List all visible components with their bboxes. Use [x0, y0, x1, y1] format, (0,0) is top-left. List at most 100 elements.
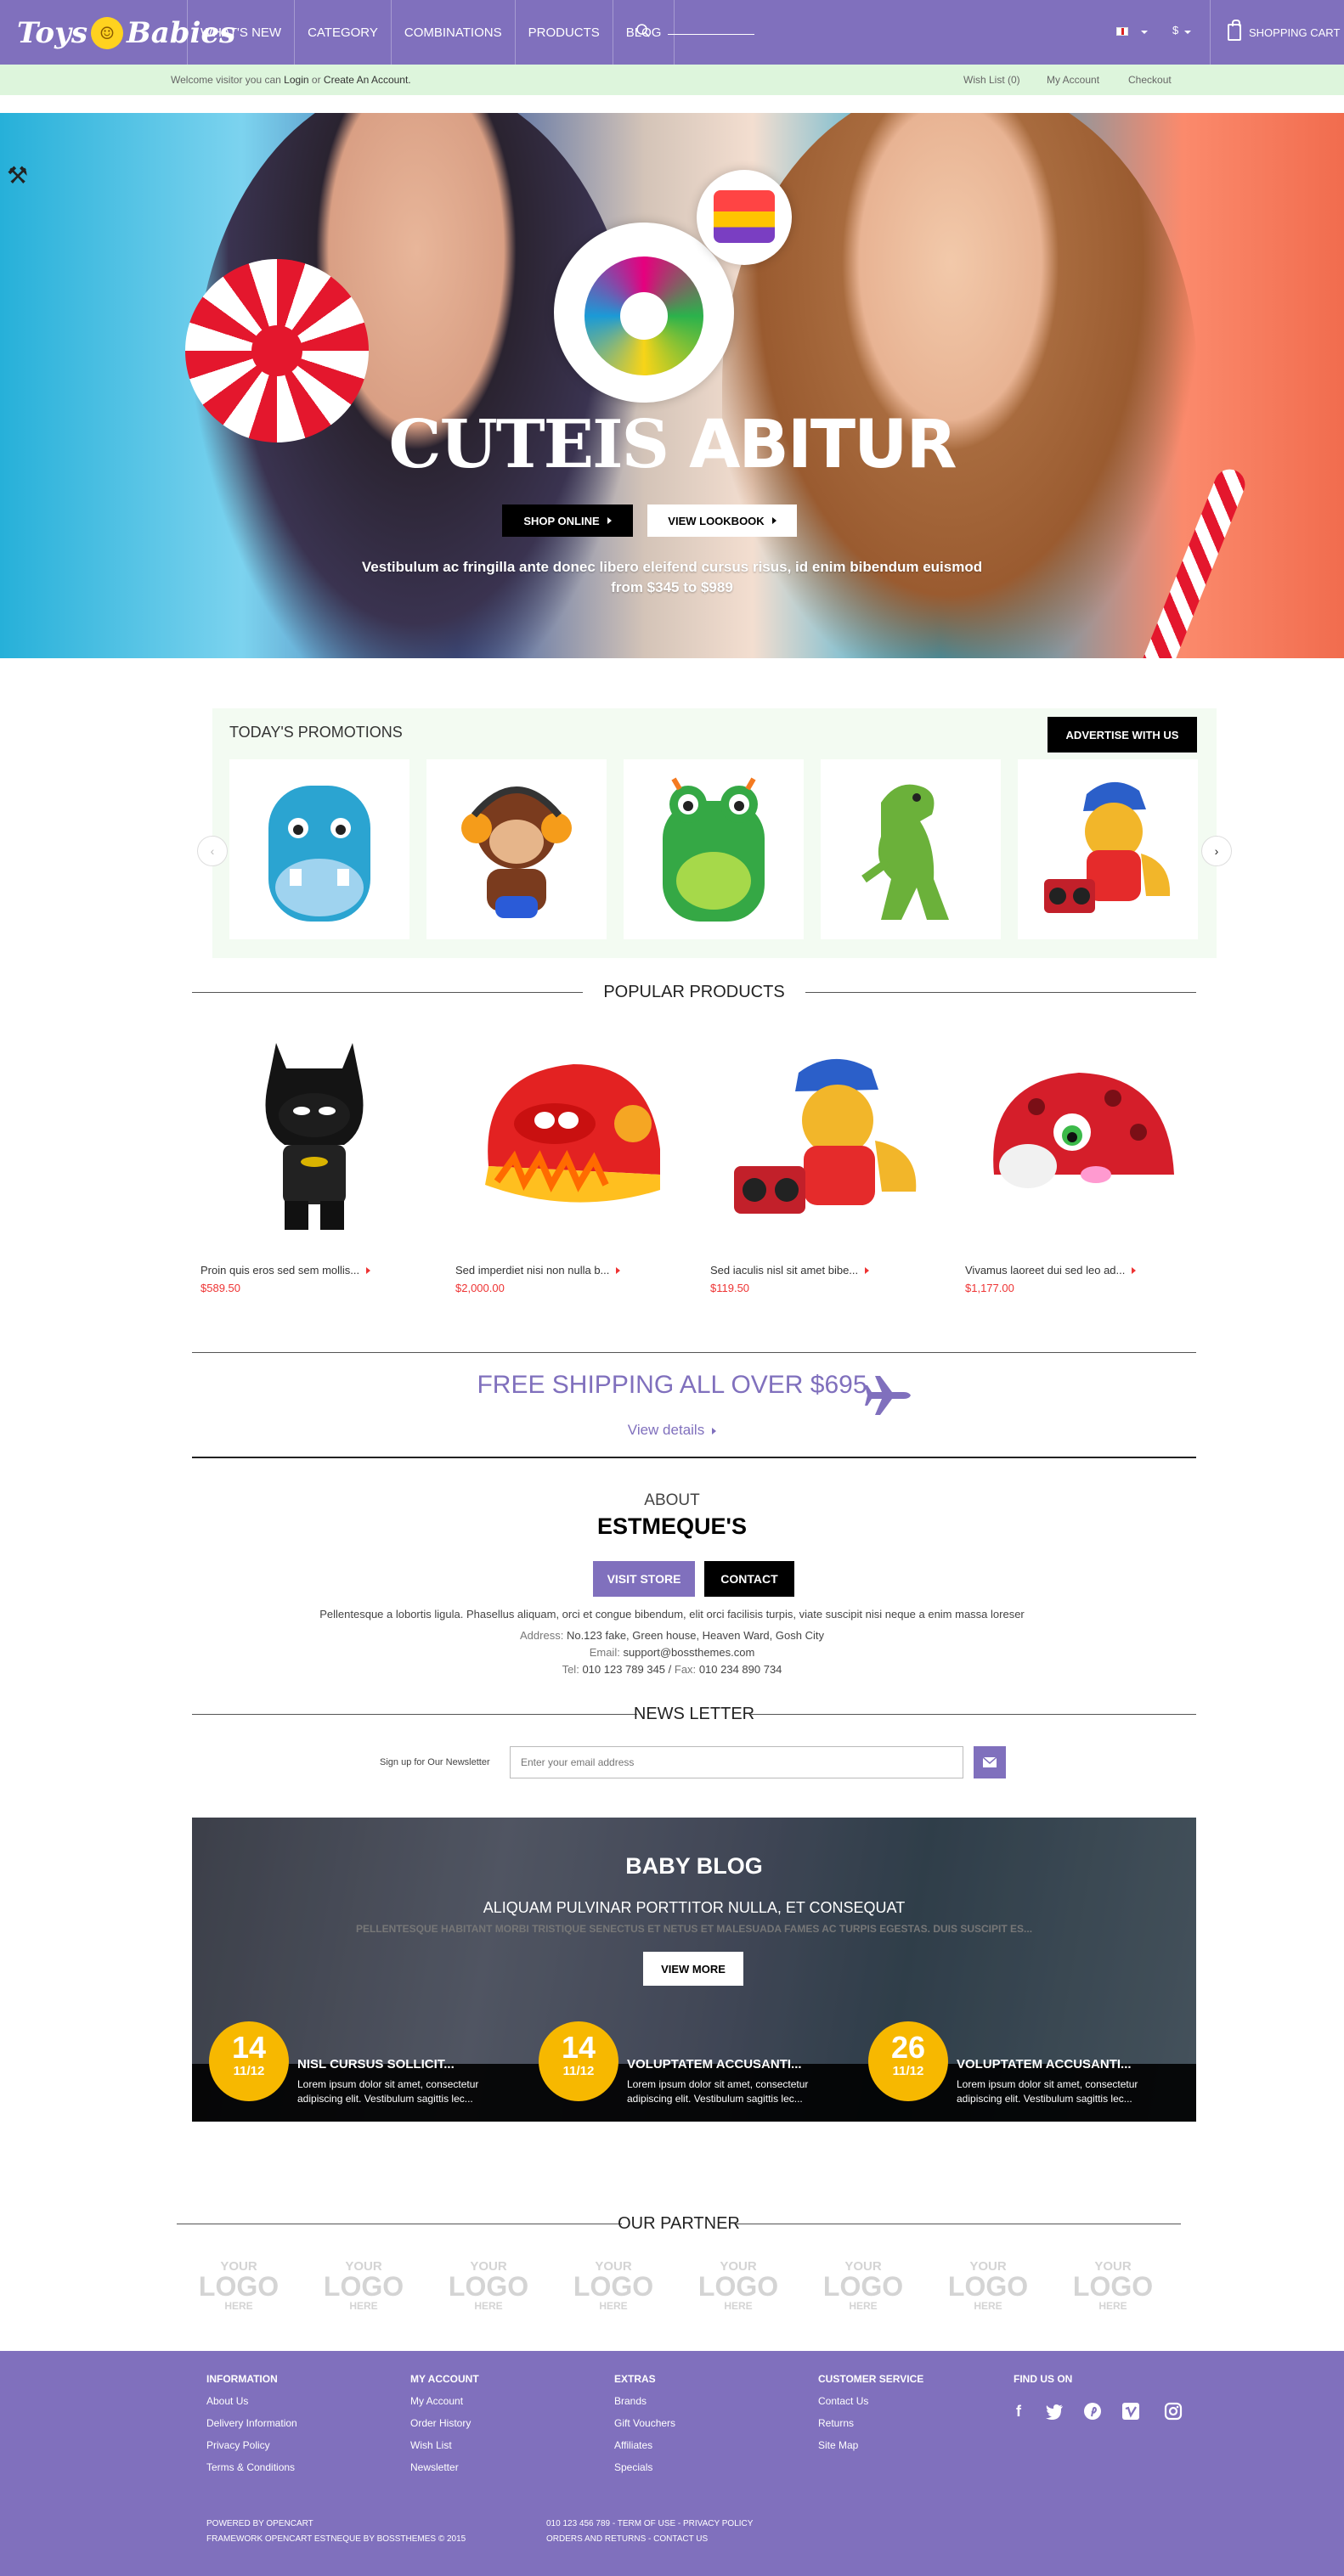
product-image[interactable]: [957, 1023, 1201, 1242]
shopping-cart-button[interactable]: SHOPPING CART: [1210, 0, 1344, 65]
nav-combinations[interactable]: COMBINATIONS: [390, 0, 515, 65]
hero-title: CUTEIS ABITUR: [0, 406, 1344, 483]
footer-link[interactable]: My Account: [410, 2395, 479, 2407]
newsletter-submit-button[interactable]: [974, 1746, 1006, 1778]
footer-heading: FIND US ON: [1014, 2373, 1073, 2385]
blog-description: PELLENTESQUE HABITANT MORBI TRISTIQUE SE…: [355, 1923, 1033, 1935]
logo-text-left: Toys: [17, 16, 88, 50]
product-name[interactable]: Sed imperdiet nisi non nulla b...: [455, 1264, 609, 1277]
product-image[interactable]: [192, 1023, 437, 1242]
shop-online-button[interactable]: SHOP ONLINE: [502, 504, 633, 537]
blog-view-more-button[interactable]: VIEW MORE: [643, 1952, 743, 1986]
view-details-link[interactable]: View details: [0, 1422, 1344, 1439]
baby-blog-section: BABY BLOG ALIQUAM PULVINAR PORTTITOR NUL…: [192, 1818, 1196, 2122]
footer-link[interactable]: Gift Vouchers: [614, 2417, 675, 2429]
promo-next-button[interactable]: ›: [1201, 836, 1232, 866]
tel-label: Tel:: [562, 1663, 579, 1676]
partner-logo[interactable]: YOUR LOGO HERE: [941, 2260, 1035, 2313]
vimeo-icon[interactable]: [1121, 2402, 1140, 2421]
footer-legal-links: 010 123 456 789 - TERM OF USE - PRIVACY …: [546, 2517, 753, 2547]
product-card[interactable]: Vivamus laoreet dui sed leo ad... $1,177…: [957, 1023, 1201, 1294]
footer-orders-line[interactable]: ORDERS AND RETURNS - CONTACT US: [546, 2532, 753, 2547]
create-account-link[interactable]: Create An Account.: [324, 74, 411, 86]
promo-item-dinosaur-toy[interactable]: [821, 759, 1001, 939]
footer-link[interactable]: Contact Us: [818, 2395, 923, 2407]
product-card[interactable]: Proin quis eros sed sem mollis... $589.5…: [192, 1023, 437, 1294]
footer-link[interactable]: About Us: [206, 2395, 297, 2407]
twitter-icon[interactable]: [1045, 2402, 1064, 2421]
nav-products[interactable]: PRODUCTS: [514, 0, 613, 65]
caret-right-icon: [616, 1267, 621, 1274]
nav-category[interactable]: CATEGORY: [294, 0, 391, 65]
product-card[interactable]: Sed iaculis nisl sit amet bibe... $119.5…: [702, 1023, 946, 1294]
login-link[interactable]: Login: [284, 74, 308, 86]
ladybug-helmet-image: [993, 1073, 1174, 1188]
partner-logo[interactable]: YOUR LOGO HERE: [442, 2260, 535, 2313]
footer-link[interactable]: Returns: [818, 2417, 923, 2429]
footer-link[interactable]: Terms & Conditions: [206, 2461, 297, 2473]
footer-link[interactable]: Brands: [614, 2395, 675, 2407]
visit-store-button[interactable]: VISIT STORE: [593, 1561, 695, 1597]
promo-prev-button[interactable]: ‹: [197, 836, 228, 866]
logo-text-mid: LOGO: [573, 2271, 654, 2302]
currency-selector[interactable]: $: [1172, 24, 1178, 37]
promo-item-hippo-backpack[interactable]: [229, 759, 409, 939]
email-link[interactable]: support@bossthemes.com: [623, 1646, 754, 1659]
promotions-title: TODAY'S PROMOTIONS: [229, 724, 403, 741]
advertise-button[interactable]: ADVERTISE WITH US: [1048, 717, 1197, 753]
tools-icon[interactable]: ⚒: [7, 161, 28, 189]
footer-link[interactable]: Delivery Information: [206, 2417, 297, 2429]
footer-link[interactable]: Specials: [614, 2461, 675, 2473]
checkout-link[interactable]: Checkout: [1128, 74, 1172, 86]
partner-logo[interactable]: YOUR LOGO HERE: [1066, 2260, 1160, 2313]
footer-link[interactable]: Affiliates: [614, 2439, 675, 2451]
promo-item-toy-figure[interactable]: [1018, 759, 1198, 939]
blog-post-item[interactable]: 26 11/12 VOLUPTATEM ACCUSANTI... Lorem ip…: [868, 2021, 1174, 2106]
hero-toy-bubble-small: [697, 170, 792, 265]
instagram-icon[interactable]: [1164, 2402, 1183, 2421]
footer-link[interactable]: Order History: [410, 2417, 479, 2429]
partner-logo[interactable]: YOUR LOGO HERE: [567, 2260, 660, 2313]
fax-value: 010 234 890 734: [698, 1663, 782, 1676]
my-account-link[interactable]: My Account: [1047, 74, 1099, 86]
footer-contact-line[interactable]: 010 123 456 789 - TERM OF USE - PRIVACY …: [546, 2517, 753, 2532]
facebook-icon[interactable]: f: [1009, 2402, 1028, 2421]
footer-link[interactable]: Newsletter: [410, 2461, 479, 2473]
partner-logo[interactable]: YOUR LOGO HERE: [192, 2260, 285, 2313]
post-title[interactable]: VOLUPTATEM ACCUSANTI...: [957, 2057, 1132, 2072]
search-input[interactable]: [668, 34, 754, 35]
blog-post-item[interactable]: 14 11/12 NISL CURSUS SOLLICIT... Lorem ip…: [209, 2021, 515, 2106]
blog-post-item[interactable]: 14 11/12 VOLUPTATEM ACCUSANTI... Lorem ip…: [539, 2021, 844, 2106]
airplane-icon: [865, 1376, 911, 1415]
product-name[interactable]: Sed iaculis nisl sit amet bibe...: [710, 1264, 858, 1277]
footer-link[interactable]: Wish List: [410, 2439, 479, 2451]
post-title[interactable]: VOLUPTATEM ACCUSANTI...: [627, 2057, 802, 2072]
chevron-down-icon[interactable]: [1184, 31, 1191, 34]
view-lookbook-button[interactable]: VIEW LOOKBOOK: [647, 504, 797, 537]
footer-link[interactable]: Privacy Policy: [206, 2439, 297, 2451]
hero-subtitle: Vestibulum ac fringilla ante donec liber…: [306, 557, 1038, 598]
pinterest-icon[interactable]: [1083, 2402, 1102, 2421]
nav-whats-new[interactable]: WHAT'S NEW: [187, 0, 294, 65]
product-image[interactable]: [702, 1023, 946, 1242]
promo-item-monkey-toy[interactable]: [426, 759, 607, 939]
product-card[interactable]: Sed imperdiet nisi non nulla b... $2,000…: [447, 1023, 692, 1294]
partner-logo[interactable]: YOUR LOGO HERE: [317, 2260, 410, 2313]
newsletter-email-input[interactable]: [510, 1746, 963, 1778]
contact-button[interactable]: CONTACT: [704, 1561, 794, 1597]
footer-link[interactable]: Site Map: [818, 2439, 923, 2451]
language-flag-icon[interactable]: [1116, 27, 1128, 36]
product-name[interactable]: Proin quis eros sed sem mollis...: [200, 1264, 359, 1277]
chevron-down-icon[interactable]: [1141, 31, 1148, 34]
post-title[interactable]: NISL CURSUS SOLLICIT...: [297, 2057, 455, 2072]
promo-item-frog-backpack[interactable]: [624, 759, 804, 939]
product-image[interactable]: [447, 1023, 692, 1242]
framework-credit-text: FRAMEWORK OPENCART ESTNEQUE BY BOSSTHEME…: [206, 2534, 466, 2544]
partner-logo[interactable]: YOUR LOGO HERE: [816, 2260, 910, 2313]
search-icon[interactable]: [635, 23, 651, 38]
product-price: $589.50: [200, 1282, 240, 1294]
partner-logo[interactable]: YOUR LOGO HERE: [692, 2260, 785, 2313]
wishlist-link[interactable]: Wish List (0): [963, 74, 1020, 86]
divider: [192, 1352, 1196, 1353]
product-name[interactable]: Vivamus laoreet dui sed leo ad...: [965, 1264, 1125, 1277]
